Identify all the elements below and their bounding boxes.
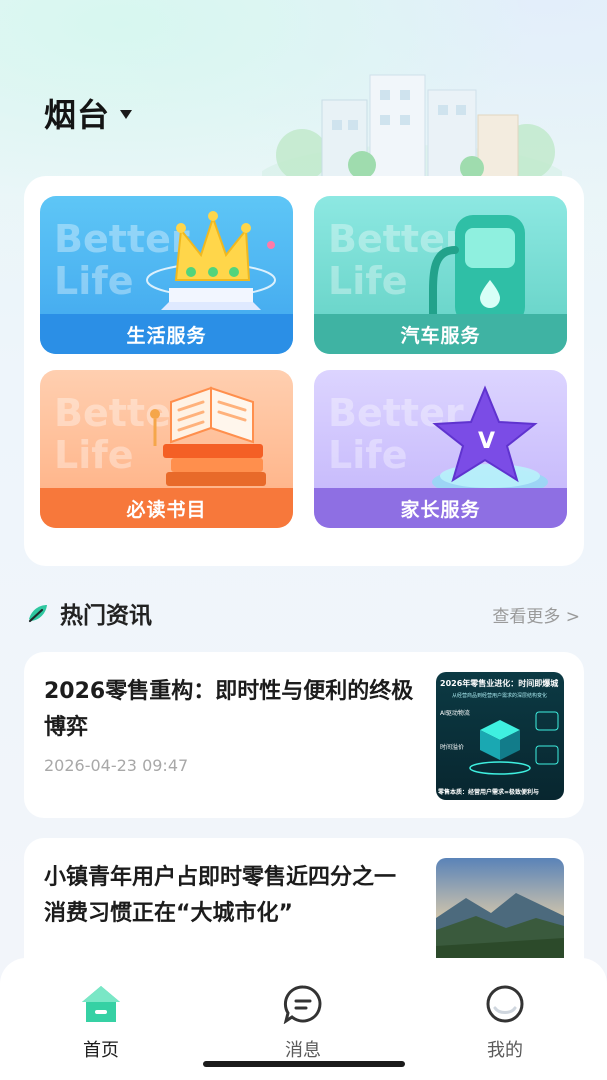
service-tile-life[interactable]: Better Life 生活服务 (40, 196, 293, 354)
city-selector[interactable]: 烟台 (44, 90, 133, 136)
star-badge-icon: V (432, 385, 548, 496)
tab-messages[interactable]: 消息 (253, 984, 353, 1062)
book-icon (150, 386, 266, 486)
tab-label: 消息 (285, 1040, 321, 1061)
services-panel: Better Life 生活服务 Better Life 汽车服务 Better Li… (24, 176, 584, 566)
service-tile-books[interactable]: Better Life 必读书目 (40, 370, 293, 528)
news-section-title: 热门资讯 (60, 603, 152, 629)
home-indicator (203, 1061, 405, 1067)
city-name: 烟台 (44, 96, 111, 134)
news-date: 2026-04-23 09:47 (44, 756, 189, 775)
city-illustration (262, 74, 562, 190)
message-icon (283, 985, 322, 1025)
tile-label: 家长服务 (314, 488, 567, 528)
see-more-link[interactable]: 查看更多 > (492, 602, 580, 627)
thumb-footer: 零售本质：经营用户需求=极致便利与 (438, 789, 540, 796)
svg-text:V: V (478, 429, 495, 454)
service-tile-parents[interactable]: Better Life V 家长服务 (314, 370, 567, 528)
tab-home[interactable]: 首页 (51, 984, 151, 1062)
home-icon (82, 986, 120, 1022)
news-headline: 小镇青年用户占即时零售近四分之一消费习惯正在“大城市化” (44, 865, 397, 926)
profile-icon (486, 985, 524, 1023)
tab-profile[interactable]: 我的 (455, 984, 555, 1062)
news-section-header: 热门资讯 查看更多 > (26, 596, 582, 630)
service-tile-car[interactable]: Better Life 汽车服务 (314, 196, 567, 354)
caret-down-icon (120, 109, 133, 119)
leaf-icon (28, 605, 47, 623)
fuel-pump-icon (429, 215, 525, 325)
news-headline: 2026零售重构：即时性与便利的终极博弈 (44, 679, 414, 740)
crown-icon (146, 211, 276, 310)
news-item[interactable]: 2026零售重构：即时性与便利的终极博弈 2026-04-23 09:47 20… (24, 652, 584, 818)
tile-label: 生活服务 (40, 314, 293, 354)
cube-graphic (469, 711, 559, 775)
tile-label: 汽车服务 (314, 314, 567, 354)
tile-label: 必读书目 (40, 488, 293, 528)
tab-label: 我的 (487, 1040, 523, 1061)
tab-label: 首页 (83, 1040, 119, 1061)
news-thumbnail: 2026年零售业进化：时间即爆城 从经营商品到经营用户需求的深层结构变化 AI驱… (436, 672, 564, 800)
